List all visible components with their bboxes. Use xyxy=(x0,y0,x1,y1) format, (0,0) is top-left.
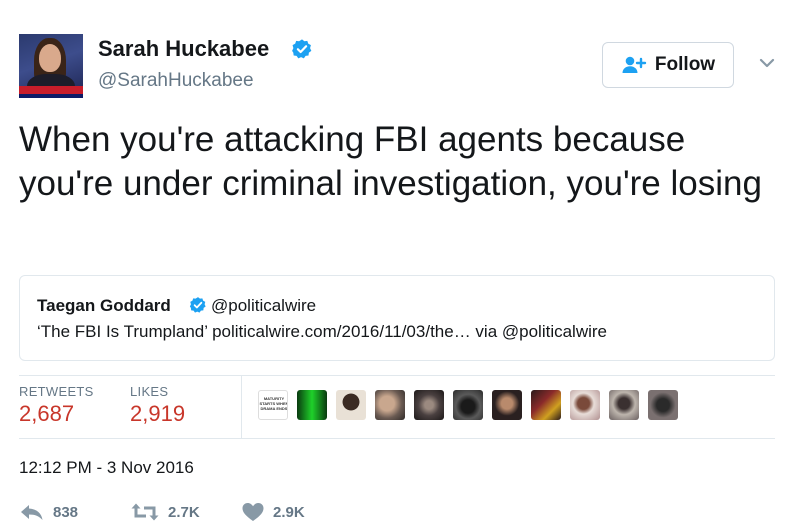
liker-avatar[interactable] xyxy=(531,390,561,420)
stats-bottom-divider xyxy=(19,438,775,439)
tweet-text: When you're attacking FBI agents because… xyxy=(19,120,762,203)
likes-count[interactable]: 2,919 xyxy=(130,401,185,427)
heart-icon xyxy=(242,503,264,521)
liker-avatar[interactable] xyxy=(570,390,600,420)
stats-vertical-divider xyxy=(241,376,242,438)
quoted-author-handle: @politicalwire xyxy=(211,296,317,315)
author-display-name[interactable]: Sarah Huckabee xyxy=(98,36,269,62)
retweets-label: RETWEETS xyxy=(19,384,94,399)
liker-avatar[interactable] xyxy=(609,390,639,420)
quoted-tweet-card[interactable] xyxy=(19,275,775,361)
quoted-author-name: Taegan Goddard xyxy=(37,296,171,315)
like-count: 2.9K xyxy=(273,503,305,521)
tweet-timestamp[interactable]: 12:12 PM - 3 Nov 2016 xyxy=(19,458,194,478)
add-user-icon xyxy=(622,56,647,73)
likes-label: LIKES xyxy=(130,384,169,399)
author-avatar[interactable] xyxy=(19,34,83,98)
reply-count: 838 xyxy=(53,503,79,521)
quoted-tweet-text: ‘The FBI Is Trumpland’ politicalwire.com… xyxy=(37,322,607,341)
liker-avatar[interactable] xyxy=(453,390,483,420)
retweet-button[interactable]: 2.7K xyxy=(130,502,200,522)
liker-avatar-text: MATURITY STARTS WHEN DRAMA ENDS xyxy=(259,396,288,411)
chevron-down-icon[interactable] xyxy=(758,56,776,70)
retweet-icon xyxy=(131,503,159,521)
retweet-count: 2.7K xyxy=(168,503,200,521)
liker-avatar[interactable]: MATURITY STARTS WHEN DRAMA ENDS xyxy=(258,390,288,420)
like-button[interactable]: 2.9K xyxy=(241,502,305,522)
liker-avatar[interactable] xyxy=(648,390,678,420)
liker-avatar[interactable] xyxy=(297,390,327,420)
verified-badge-icon xyxy=(292,39,312,59)
liker-avatar[interactable] xyxy=(375,390,405,420)
follow-label: Follow xyxy=(654,54,716,75)
author-handle[interactable]: @SarahHuckabee xyxy=(98,70,254,92)
stats-top-divider xyxy=(19,375,775,376)
liker-avatar[interactable] xyxy=(336,390,366,420)
reply-icon xyxy=(21,505,43,520)
reply-button[interactable]: 838 xyxy=(19,502,78,522)
verified-badge-icon xyxy=(189,297,206,313)
liker-avatar[interactable] xyxy=(414,390,444,420)
follow-button[interactable]: Follow xyxy=(602,42,734,88)
retweets-count[interactable]: 2,687 xyxy=(19,401,74,427)
liker-avatar[interactable] xyxy=(492,390,522,420)
